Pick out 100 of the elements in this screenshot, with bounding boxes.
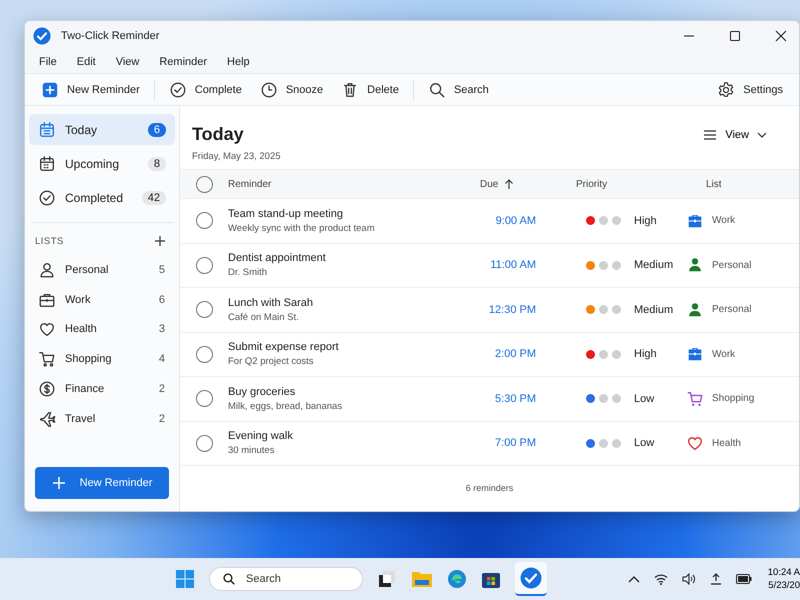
list-name: Shopping bbox=[712, 393, 754, 404]
delete-button[interactable]: Delete bbox=[337, 78, 403, 102]
menu-item[interactable]: Help bbox=[227, 56, 250, 68]
clock-date: 5/23/20 bbox=[768, 579, 800, 592]
reminder-note: Dr. Smith bbox=[228, 267, 268, 278]
list-count: 2 bbox=[158, 383, 165, 396]
list-label: Work bbox=[65, 294, 90, 306]
dollar-icon bbox=[38, 380, 56, 398]
nav-label: Upcoming bbox=[65, 156, 120, 170]
reminder-count: 6 reminders bbox=[466, 483, 514, 493]
cart-icon bbox=[38, 350, 56, 368]
list-name: Personal bbox=[712, 260, 752, 271]
menu-item[interactable]: Edit bbox=[76, 56, 96, 68]
list-count: 2 bbox=[158, 412, 165, 425]
list-label: Travel bbox=[65, 412, 96, 425]
upload-icon[interactable] bbox=[710, 573, 722, 585]
priority-dot bbox=[599, 305, 608, 314]
app-logo-icon bbox=[520, 567, 542, 589]
reminder-note: 30 minutes bbox=[228, 445, 276, 456]
reminder-title: Dentist appointment bbox=[228, 252, 327, 264]
priority-label: High bbox=[634, 348, 657, 360]
column-header[interactable]: Priority bbox=[556, 178, 706, 190]
task-view-icon[interactable] bbox=[377, 569, 397, 589]
new-reminder-button[interactable]: New Reminder bbox=[37, 78, 144, 102]
snooze-button[interactable]: Snooze bbox=[256, 78, 328, 102]
complete-button[interactable]: Complete bbox=[164, 78, 246, 102]
priority-dot bbox=[599, 438, 608, 448]
list-item[interactable]: Personal 5 bbox=[29, 255, 175, 285]
nav-item[interactable]: Completed 42 bbox=[29, 182, 175, 213]
person-icon bbox=[686, 300, 704, 319]
folder-icon[interactable] bbox=[411, 569, 433, 589]
column-header[interactable]: Reminder bbox=[228, 178, 448, 190]
nav-item[interactable]: Today 6 bbox=[29, 114, 175, 145]
row-checkbox[interactable] bbox=[196, 212, 212, 230]
clock-time: 10:24 A bbox=[768, 566, 800, 579]
reminder-app-taskbar-button[interactable] bbox=[515, 562, 547, 596]
wifi-icon[interactable] bbox=[654, 573, 668, 585]
row-checkbox[interactable] bbox=[196, 390, 212, 408]
reminder-title: Buy groceries bbox=[228, 386, 296, 398]
list-label: Finance bbox=[65, 383, 104, 396]
lists-heading: LISTS bbox=[35, 236, 64, 246]
close-icon[interactable] bbox=[775, 30, 787, 42]
maximize-icon[interactable] bbox=[729, 30, 741, 42]
new-reminder-button[interactable]: New Reminder bbox=[35, 467, 169, 499]
calendar-icon bbox=[38, 154, 56, 172]
list-item[interactable]: Health 3 bbox=[29, 314, 175, 344]
row-checkbox[interactable] bbox=[196, 346, 212, 363]
list-label: Health bbox=[65, 323, 97, 336]
menu-item[interactable]: File bbox=[39, 56, 57, 68]
plus-icon bbox=[52, 476, 66, 490]
priority-label: Low bbox=[634, 392, 654, 405]
taskbar-search-field[interactable]: Search bbox=[209, 567, 363, 591]
column-header[interactable]: Due bbox=[448, 178, 556, 190]
row-checkbox[interactable] bbox=[196, 301, 212, 318]
clock-icon bbox=[260, 80, 278, 98]
select-all-checkbox[interactable] bbox=[196, 176, 212, 192]
row-checkbox[interactable] bbox=[196, 434, 212, 452]
search-icon bbox=[428, 80, 446, 98]
count-badge: 42 bbox=[142, 190, 166, 204]
due-time: 2:00 PM bbox=[494, 348, 537, 360]
list-item[interactable]: Shopping 4 bbox=[29, 344, 175, 374]
menu-icon bbox=[703, 129, 718, 141]
count-badge: 8 bbox=[148, 156, 166, 170]
menu-item[interactable]: Reminder bbox=[159, 56, 208, 68]
add-list-icon[interactable] bbox=[154, 235, 166, 247]
priority-dot bbox=[599, 260, 608, 270]
cart-icon bbox=[686, 390, 704, 408]
plus-icon bbox=[41, 80, 59, 98]
browser-icon[interactable] bbox=[447, 569, 467, 589]
list-item[interactable]: Finance 2 bbox=[29, 374, 175, 404]
window-title: Two-Click Reminder bbox=[61, 30, 160, 42]
list-name: Work bbox=[712, 215, 736, 226]
list-label: Personal bbox=[65, 264, 108, 276]
list-item[interactable]: Travel 2 bbox=[29, 404, 175, 434]
priority-dot bbox=[612, 216, 621, 226]
row-checkbox[interactable] bbox=[196, 256, 212, 274]
list-label: Shopping bbox=[65, 353, 112, 366]
start-icon[interactable] bbox=[175, 569, 195, 589]
settings-button[interactable]: Settings bbox=[713, 78, 787, 102]
menu-item[interactable]: View bbox=[116, 56, 140, 68]
list-item[interactable]: Work 6 bbox=[29, 284, 175, 315]
briefcase-icon bbox=[686, 345, 704, 364]
reminder-note: Café on Main St. bbox=[228, 312, 300, 323]
nav-item[interactable]: Upcoming 8 bbox=[29, 148, 175, 179]
app-logo-icon bbox=[33, 27, 51, 45]
view-button[interactable]: View bbox=[697, 128, 773, 142]
date-label: Friday, May 23, 2025 bbox=[192, 151, 281, 162]
priority-label: Medium bbox=[634, 259, 674, 272]
list-count: 4 bbox=[158, 353, 165, 366]
check-circle-icon bbox=[38, 188, 56, 206]
speaker-icon[interactable] bbox=[682, 573, 696, 585]
priority-dot bbox=[599, 394, 608, 404]
chevron-up-icon[interactable] bbox=[628, 575, 640, 583]
priority-dot bbox=[599, 350, 608, 359]
reminder-title: Lunch with Sarah bbox=[228, 296, 314, 309]
search-button[interactable]: Search bbox=[424, 78, 493, 102]
column-header[interactable]: List bbox=[706, 178, 799, 190]
battery-icon[interactable] bbox=[736, 574, 752, 584]
list-count: 6 bbox=[158, 294, 165, 306]
list-name: Personal bbox=[712, 304, 752, 316]
